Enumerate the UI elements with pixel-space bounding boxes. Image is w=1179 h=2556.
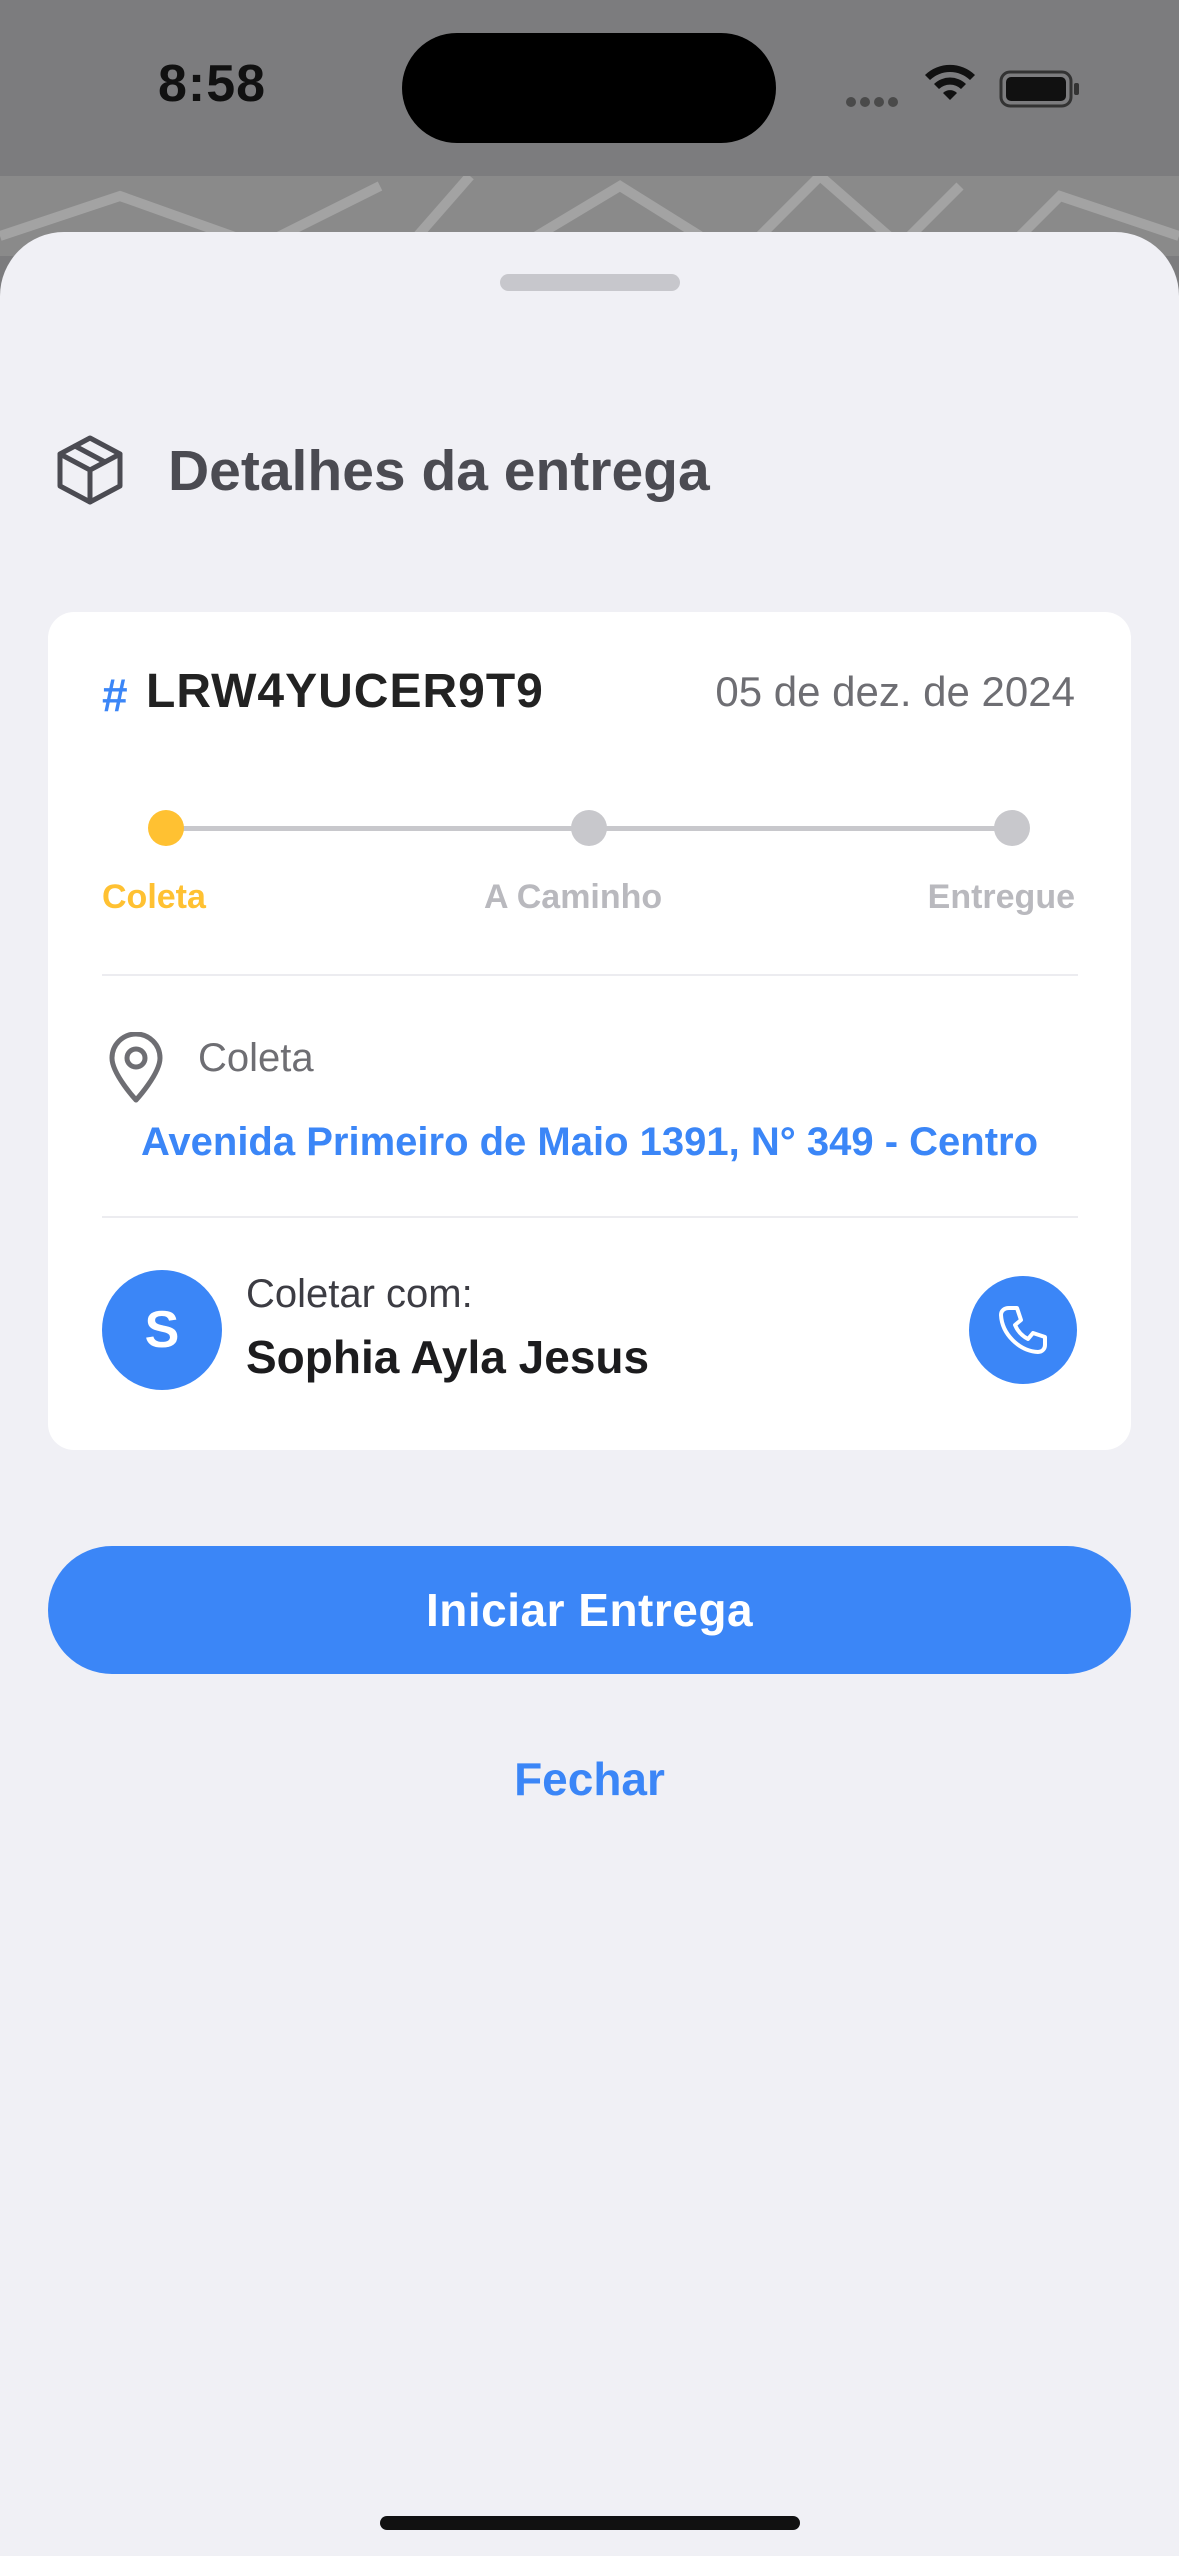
status-time: 8:58 [158,55,267,113]
wifi-icon [925,64,975,100]
delivery-details-sheet: Detalhes da entrega # LRW4YUCER9T9 05 de… [0,232,1179,2556]
progress-step-dot-coleta [148,810,184,846]
dynamic-island [402,33,776,143]
home-indicator [380,2516,800,2530]
divider [102,1216,1078,1218]
order-date: 05 de dez. de 2024 [715,668,1075,715]
pickup-address-link[interactable]: Avenida Primeiro de Maio 1391, N° 349 - … [48,1120,1131,1165]
battery-icon [999,70,1079,108]
pickup-label: Coleta [198,1036,314,1080]
progress-step-dot-entregue [994,810,1030,846]
sheet-title: Detalhes da entrega [168,439,710,503]
contact-name: Sophia Ayla Jesus [246,1331,650,1383]
progress-step-label-a-caminho: A Caminho [484,878,663,916]
map-pin-icon [109,1032,163,1103]
progress-step-label-entregue: Entregue [927,878,1075,916]
delivery-card: # LRW4YUCER9T9 05 de dez. de 2024 Coleta… [48,612,1131,1450]
contact-avatar: S [102,1270,222,1390]
phone-icon [999,1306,1047,1354]
divider [102,974,1078,976]
close-button[interactable]: Fechar [0,1752,1179,1806]
sheet-grabber[interactable] [500,274,680,291]
order-code: LRW4YUCER9T9 [146,665,544,718]
start-delivery-button[interactable]: Iniciar Entrega [48,1546,1131,1674]
contact-caption: Coletar com: [246,1272,473,1316]
status-bar: 8:58 [0,0,1179,176]
call-button[interactable] [969,1276,1077,1384]
cellular-signal-icon [846,94,902,112]
order-hash-symbol: # [102,669,128,721]
package-icon [57,435,123,505]
progress-step-label-coleta: Coleta [102,878,206,916]
progress-step-dot-a-caminho [571,810,607,846]
